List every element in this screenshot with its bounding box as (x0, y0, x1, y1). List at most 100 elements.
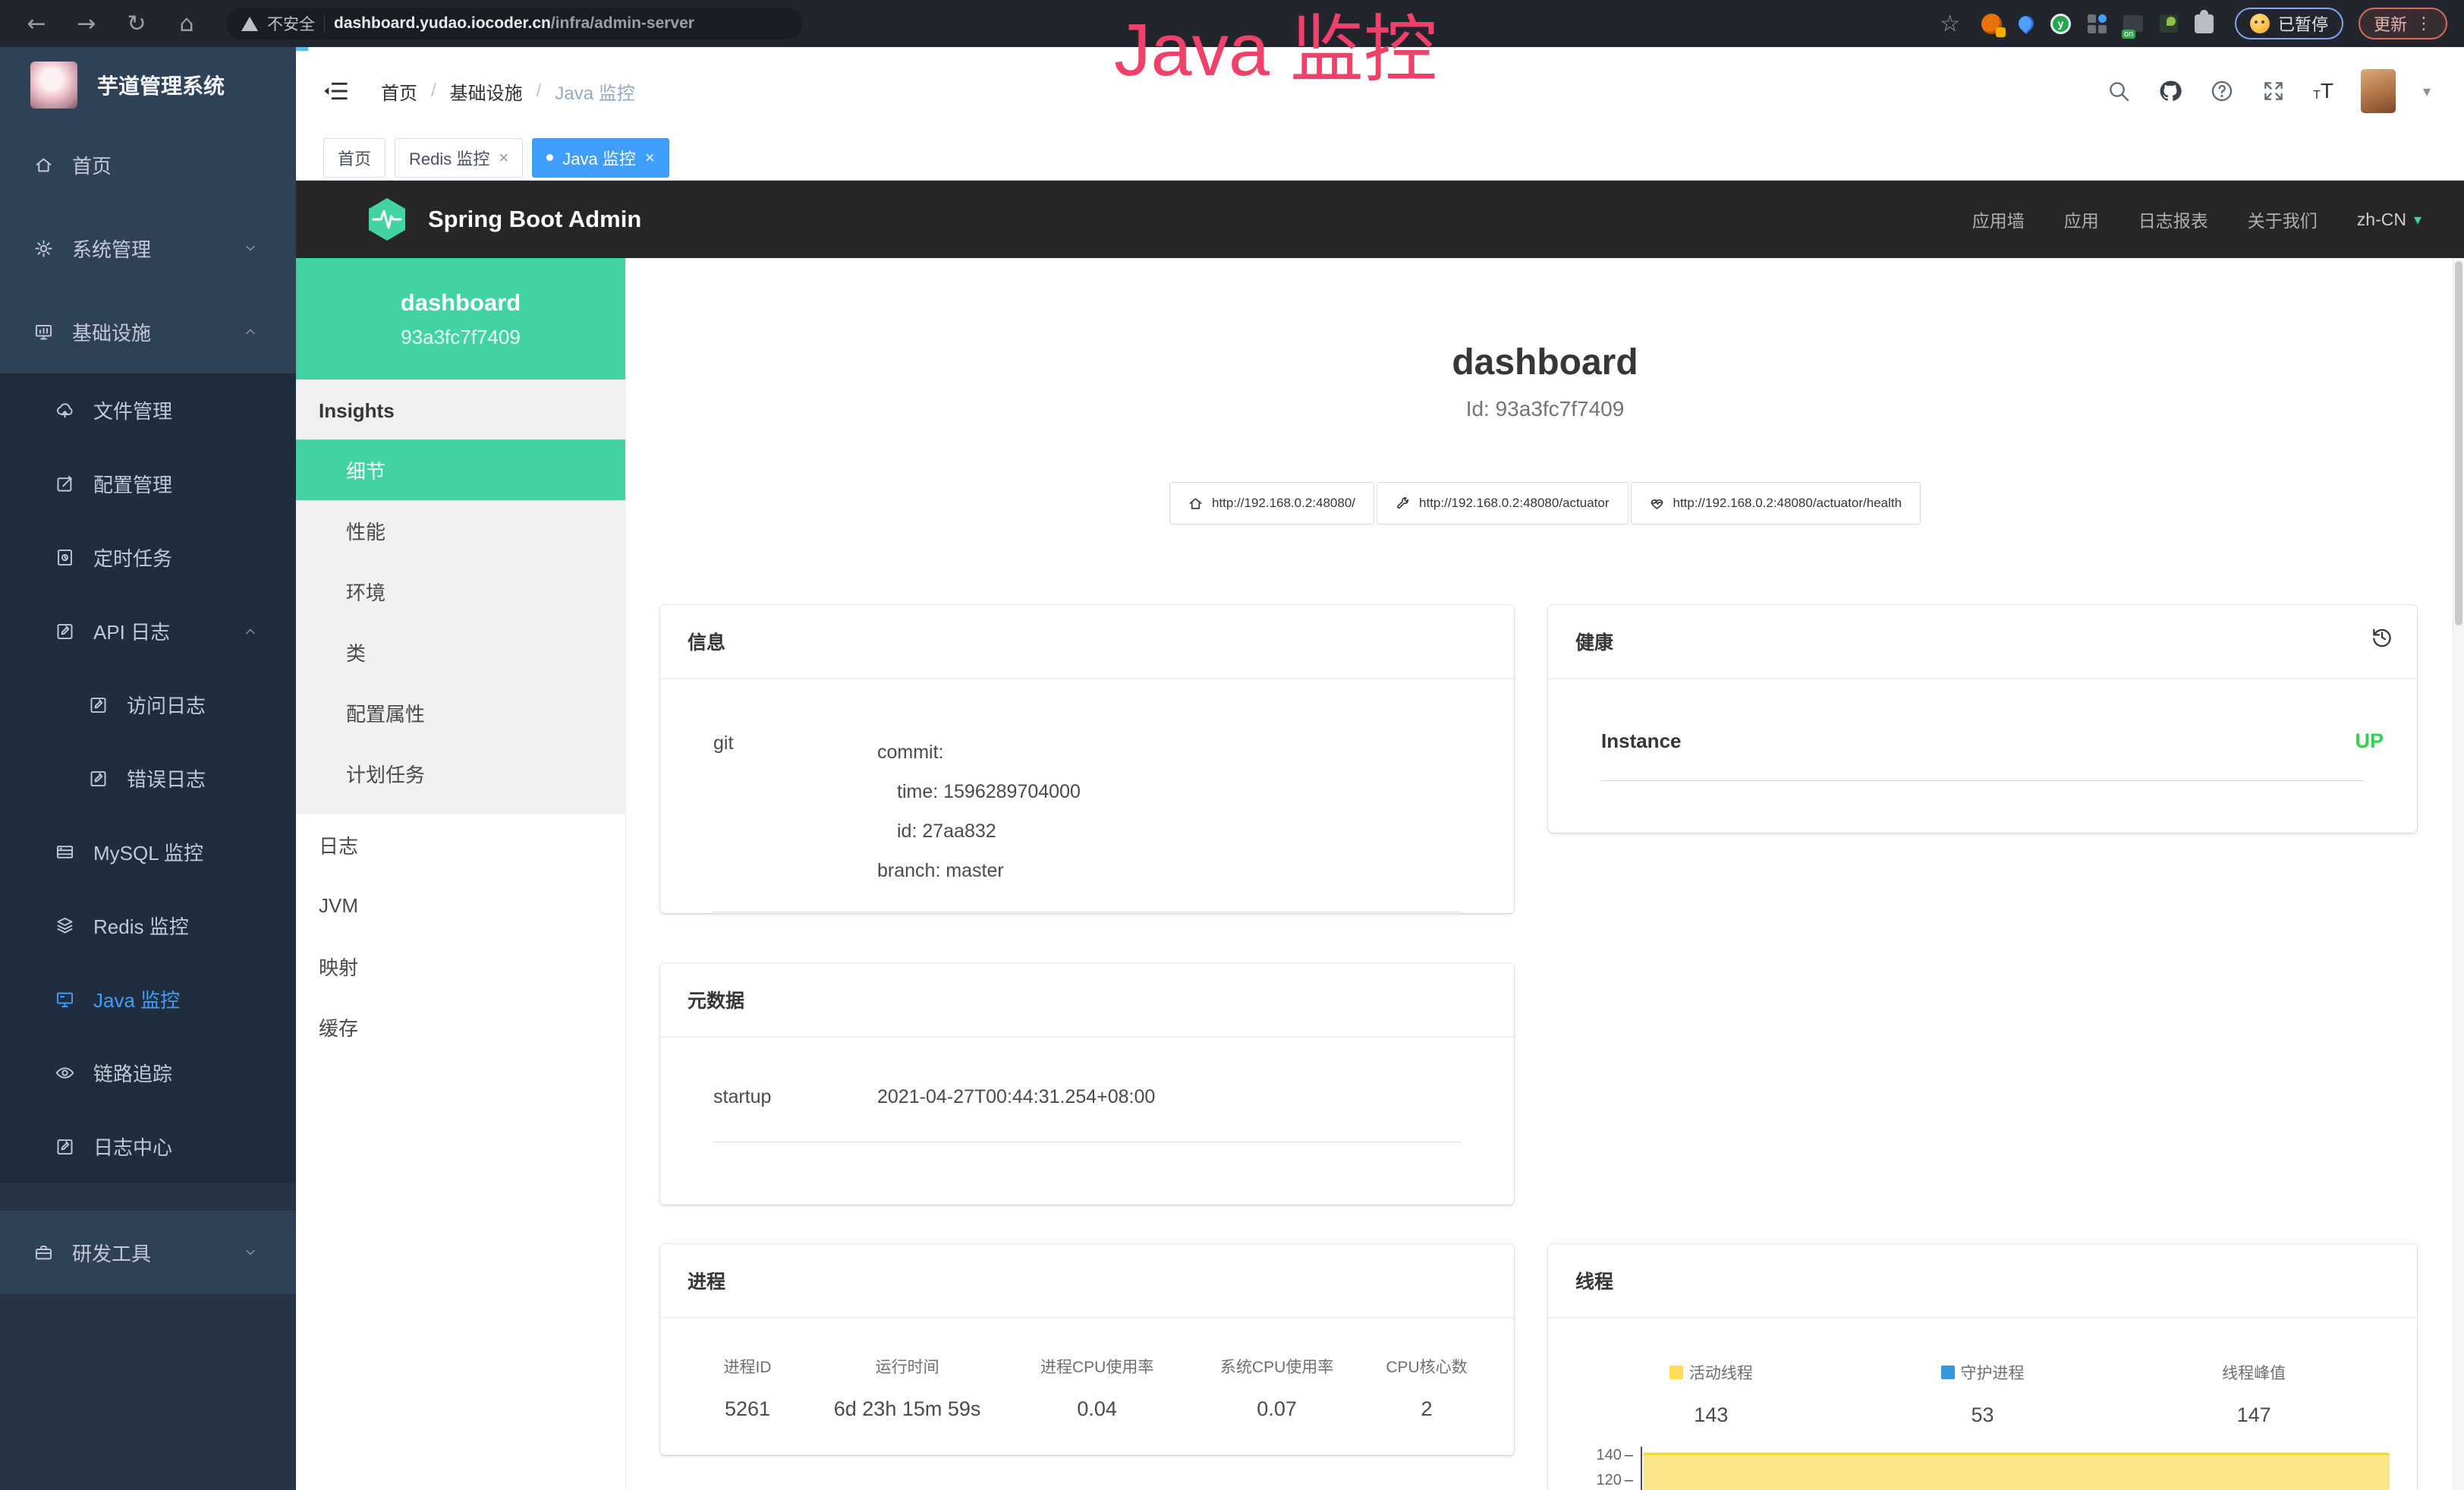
live-threads-legend-swatch (1669, 1366, 1683, 1379)
sidebar-item-access-logs[interactable]: 访问日志 (0, 668, 296, 742)
close-icon[interactable]: × (499, 148, 508, 168)
browser-forward-icon[interactable]: → (67, 11, 106, 37)
actuator-url-button[interactable]: http://192.168.0.2:48080/actuator (1377, 482, 1628, 524)
paused-label: 已暂停 (2278, 11, 2328, 36)
breadcrumb-home[interactable]: 首页 (381, 78, 417, 105)
not-secure-warning-icon[interactable] (241, 17, 258, 31)
sba-item-metrics[interactable]: 性能 (296, 500, 625, 561)
sidebar-item-log-center[interactable]: 日志中心 (0, 1110, 296, 1183)
sba-nav-journal[interactable]: 日志报表 (2138, 206, 2208, 232)
database-icon (55, 842, 75, 862)
sba-locale-select[interactable]: zh-CN ▾ (2357, 209, 2422, 230)
sidebar-item-dev-tools[interactable]: 研发工具 (0, 1211, 296, 1294)
sidebar-item-system[interactable]: 系统管理 (0, 206, 296, 290)
not-secure-label[interactable]: 不安全 (267, 12, 315, 35)
sidebar-item-java-monitor[interactable]: Java 监控 (0, 962, 296, 1036)
sidebar-item-label: Redis 监控 (93, 912, 189, 940)
log-edit-icon (88, 768, 109, 789)
browser-home-icon[interactable]: ⌂ (167, 11, 206, 37)
git-id-line: id: 27aa832 (877, 811, 1081, 851)
user-menu-caret-icon[interactable]: ▾ (2423, 82, 2431, 101)
browser-back-icon[interactable]: ← (17, 11, 56, 37)
instance-header[interactable]: dashboard 93a3fc7f7409 (296, 258, 625, 380)
git-commit-line: commit: (877, 732, 1081, 772)
github-icon[interactable] (2158, 79, 2182, 103)
sba-item-jvm[interactable]: JVM (296, 875, 625, 936)
sba-item-config-props[interactable]: 配置属性 (296, 682, 625, 743)
sidebar-item-mysql-monitor[interactable]: MySQL 监控 (0, 815, 296, 889)
extension-green-icon[interactable]: y (2050, 14, 2071, 34)
user-avatar[interactable] (2361, 69, 2396, 113)
extension-grid-icon[interactable] (2088, 14, 2107, 33)
scrollbar-thumb[interactable] (2455, 261, 2462, 625)
bookmark-star-icon[interactable]: ☆ (1940, 11, 1960, 37)
spring-boot-admin-logo[interactable] (366, 197, 408, 242)
health-url-button[interactable]: http://192.168.0.2:48080/actuator/health (1631, 482, 1921, 524)
stat-value: 2 (1367, 1397, 1487, 1421)
sidebar-item-api-logs[interactable]: API 日志 (0, 594, 296, 668)
sba-nav-wallboard[interactable]: 应用墙 (1972, 206, 2025, 232)
sba-nav-about[interactable]: 关于我们 (2248, 206, 2318, 232)
threads-area-chart: 140 120 100 (1575, 1447, 2390, 1490)
font-size-icon[interactable]: TT (2313, 80, 2333, 102)
sba-item-scheduled-tasks[interactable]: 计划任务 (296, 743, 625, 804)
extension-leaf-icon[interactable] (2160, 14, 2178, 33)
sba-item-environment[interactable]: 环境 (296, 561, 625, 622)
profile-paused-chip[interactable]: 已暂停 (2235, 8, 2343, 39)
info-value: commit: time: 1596289704000 id: 27aa832 … (877, 732, 1081, 890)
health-url: http://192.168.0.2:48080/actuator/health (1673, 496, 1902, 511)
tab-redis-monitor[interactable]: Redis 监控 × (395, 138, 523, 178)
extension-on-badge-icon[interactable] (2123, 15, 2143, 32)
info-card: 信息 git commit: time: 1596289704000 id: 2… (660, 605, 1514, 913)
stat-label: 进程CPU使用率 (1007, 1355, 1187, 1378)
chrome-update-button[interactable]: 更新 ⋮ (2359, 8, 2447, 39)
sba-nav-applications[interactable]: 应用 (2064, 206, 2099, 232)
browser-menu-kebab-icon[interactable]: ⋮ (2415, 14, 2432, 33)
sidebar-item-error-logs[interactable]: 错误日志 (0, 742, 296, 815)
sidebar-item-home[interactable]: 首页 (0, 123, 296, 206)
info-key: git (688, 732, 877, 890)
breadcrumb: 首页 / 基础设施 / Java 监控 (381, 78, 635, 105)
app-logo-row[interactable]: 芋道管理系统 (0, 47, 296, 123)
tab-home[interactable]: 首页 (323, 138, 385, 178)
sidebar-item-infrastructure[interactable]: 基础设施 (0, 290, 296, 373)
sidebar-item-config-management[interactable]: 配置管理 (0, 447, 296, 521)
sidebar-item-label: 配置管理 (93, 470, 172, 498)
browser-reload-icon[interactable]: ↻ (117, 11, 156, 37)
help-icon[interactable] (2210, 79, 2234, 103)
extension-pin-icon[interactable] (2016, 13, 2037, 34)
sidebar-item-file-management[interactable]: 文件管理 (0, 373, 296, 447)
sba-item-classes[interactable]: 类 (296, 622, 625, 682)
history-icon[interactable] (2370, 625, 2394, 649)
sidebar-item-label: 日志中心 (93, 1132, 172, 1161)
sidebar-item-label: 首页 (72, 151, 112, 179)
tab-label: Java 监控 (562, 146, 636, 170)
sba-item-caches[interactable]: 缓存 (296, 997, 625, 1057)
vertical-scrollbar[interactable] (2453, 258, 2464, 1490)
service-url-button[interactable]: http://192.168.0.2:48080/ (1169, 482, 1374, 524)
sba-brand-title[interactable]: Spring Boot Admin (428, 206, 641, 233)
instance-id: 93a3fc7f7409 (401, 326, 521, 349)
collapse-sidebar-icon[interactable] (323, 80, 349, 102)
breadcrumb-infrastructure[interactable]: 基础设施 (450, 78, 523, 105)
close-icon[interactable]: × (645, 148, 655, 168)
sidebar-item-redis-monitor[interactable]: Redis 监控 (0, 889, 296, 962)
stat-value: 0.04 (1007, 1397, 1187, 1421)
extensions-puzzle-icon[interactable] (2195, 14, 2214, 33)
breadcrumb-separator-icon: / (431, 80, 436, 102)
extension-orange-icon[interactable] (1981, 14, 2002, 34)
sba-section-insights: Insights (296, 380, 625, 439)
sidebar-item-scheduled-jobs[interactable]: 定时任务 (0, 521, 296, 594)
sba-item-mappings[interactable]: 映射 (296, 936, 625, 997)
sidebar-item-tracing[interactable]: 链路追踪 (0, 1036, 296, 1110)
fullscreen-icon[interactable] (2261, 79, 2286, 103)
process-card-title: 进程 (660, 1244, 1514, 1318)
loading-bar (296, 47, 308, 51)
sba-locale-label: zh-CN (2357, 209, 2406, 230)
sba-item-details[interactable]: 细节 (296, 439, 625, 500)
sba-item-logs[interactable]: 日志 (296, 814, 625, 875)
log-edit-icon (88, 695, 109, 715)
tab-java-monitor[interactable]: Java 监控 × (532, 138, 669, 178)
address-bar[interactable]: 不安全 dashboard.yudao.iocoder.cn/infra/adm… (226, 8, 803, 39)
search-icon[interactable] (2107, 79, 2131, 103)
